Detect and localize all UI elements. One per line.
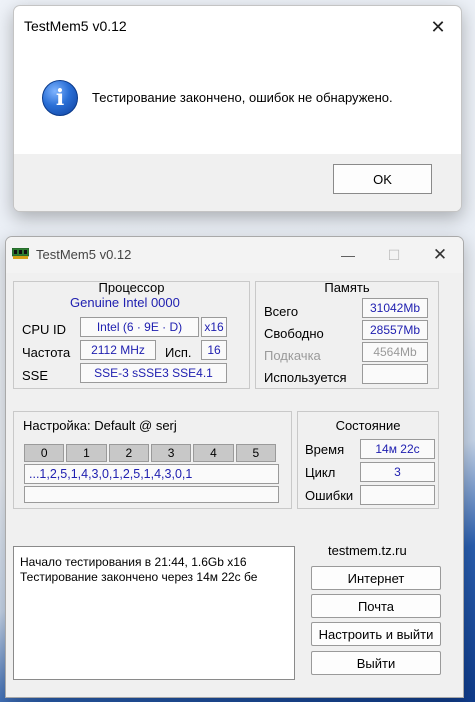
memory-module-icon xyxy=(12,248,29,259)
site-label: testmem.tz.ru xyxy=(328,543,407,558)
frequency-label: Частота xyxy=(22,345,71,360)
close-button[interactable]: ✕ xyxy=(417,237,463,273)
ok-button[interactable]: OK xyxy=(333,164,432,194)
time-value: 14м 22с xyxy=(360,439,435,459)
swap-value: 4564Mb xyxy=(362,342,428,362)
time-label: Время xyxy=(305,442,345,457)
mail-button[interactable]: Почта xyxy=(311,594,441,618)
dialog-title: TestMem5 v0.12 xyxy=(24,18,127,34)
in-use-value xyxy=(362,364,428,384)
frequency-value: 2112 MHz xyxy=(80,340,156,360)
message-dialog: TestMem5 v0.12 ✕ i Тестирование закончен… xyxy=(13,5,462,212)
memory-title: Память xyxy=(324,280,370,295)
test-tabs: 0 1 2 3 4 5 xyxy=(24,444,276,462)
close-icon: ✕ xyxy=(432,245,448,264)
configure-and-exit-button[interactable]: Настроить и выйти xyxy=(311,622,441,646)
status-title: Состояние xyxy=(335,418,401,433)
exit-button[interactable]: Выйти xyxy=(311,651,441,675)
cpu-name: Genuine Intel 0000 xyxy=(70,295,180,310)
settings-group: Настройка: Default @ serj 0 1 2 3 4 5 ..… xyxy=(13,411,292,509)
tab-2[interactable]: 2 xyxy=(108,444,149,462)
close-icon: ✕ xyxy=(430,16,446,37)
maximize-icon: ☐ xyxy=(387,246,401,263)
errors-value xyxy=(360,485,435,505)
tab-3[interactable]: 3 xyxy=(150,444,192,462)
test-progress-bar xyxy=(24,486,279,503)
sse-value: SSE-3 sSSE3 SSE4.1 xyxy=(80,363,227,383)
cpu-id-label: CPU ID xyxy=(22,322,67,337)
window-title: TestMem5 v0.12 xyxy=(36,247,132,262)
log-line: Тестирование закончено через 14м 22с бе xyxy=(20,570,258,584)
internet-button[interactable]: Интернет xyxy=(311,566,441,590)
testmem-window: TestMem5 v0.12 — ☐ ✕ Процессор Genuine I… xyxy=(5,236,464,698)
test-sequence: ...1,2,5,1,4,3,0,1,2,5,1,4,3,0,1 xyxy=(24,464,279,484)
processor-title: Процессор xyxy=(98,280,165,295)
free-value: 28557Mb xyxy=(362,320,428,340)
tab-0[interactable]: 0 xyxy=(24,444,65,462)
errors-label: Ошибки xyxy=(305,488,354,503)
total-label: Всего xyxy=(264,304,299,319)
log-line: Начало тестирования в 21:44, 1.6Gb x16 xyxy=(20,555,247,569)
processor-group: Процессор Genuine Intel 0000 CPU ID Inte… xyxy=(13,280,250,389)
cpu-multiplier: x16 xyxy=(201,317,227,337)
minimize-icon: — xyxy=(341,247,355,263)
tab-4[interactable]: 4 xyxy=(193,444,234,462)
info-icon: i xyxy=(42,80,78,116)
maximize-button: ☐ xyxy=(371,237,417,273)
log-output[interactable]: Начало тестирования в 21:44, 1.6Gb x16 Т… xyxy=(13,546,295,680)
sse-label: SSE xyxy=(22,368,49,383)
free-label: Свободно xyxy=(264,326,324,341)
dialog-footer: OK xyxy=(14,154,461,211)
swap-label: Подкачка xyxy=(264,348,321,363)
cycle-value: 3 xyxy=(360,462,435,482)
dialog-close-button[interactable]: ✕ xyxy=(415,6,461,48)
memory-group: Память Всего 31042Mb Свободно 28557Mb По… xyxy=(255,280,439,389)
cycle-label: Цикл xyxy=(305,465,336,480)
settings-title: Настройка: Default @ serj xyxy=(23,418,177,433)
cpu-id-value: Intel (6 · 9E · D) xyxy=(80,317,199,337)
tab-1[interactable]: 1 xyxy=(66,444,107,462)
total-value: 31042Mb xyxy=(362,298,428,318)
minimize-button[interactable]: — xyxy=(325,237,371,273)
status-group: Состояние Время 14м 22с Цикл 3 Ошибки xyxy=(297,411,439,509)
used-cores-label: Исп. xyxy=(165,345,192,360)
used-cores-value: 16 xyxy=(201,340,227,360)
title-bar[interactable]: TestMem5 v0.12 — ☐ ✕ xyxy=(6,237,463,273)
tab-5[interactable]: 5 xyxy=(235,444,276,462)
in-use-label: Используется xyxy=(264,370,347,385)
dialog-message: Тестирование закончено, ошибок не обнару… xyxy=(92,90,393,105)
